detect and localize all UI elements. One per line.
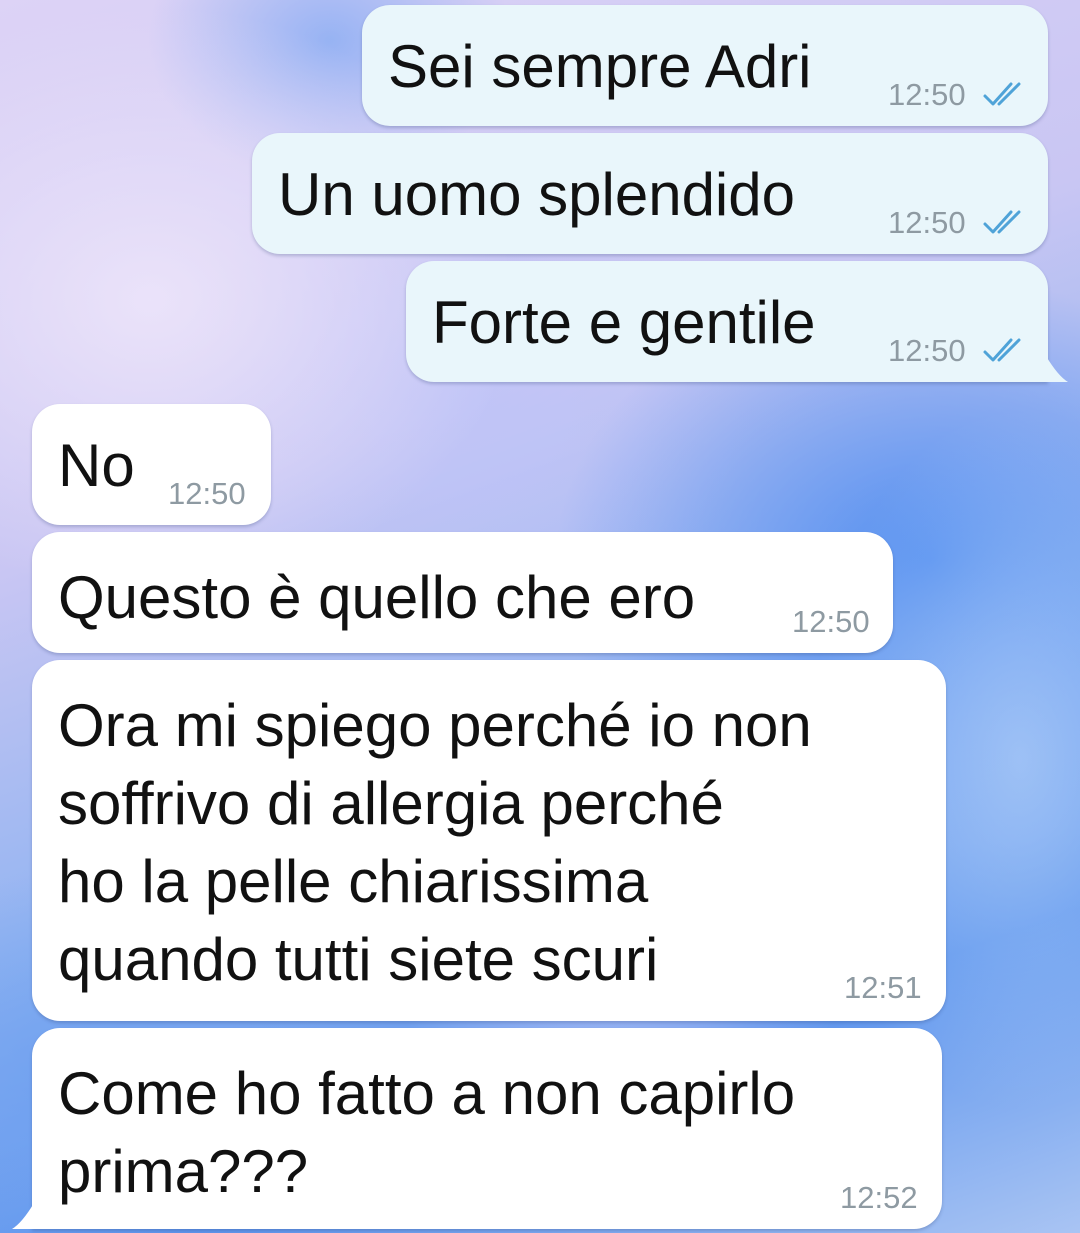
outgoing-message-bubble[interactable]: Sei sempre Adri 12:50 — [362, 5, 1048, 126]
message-timestamp: 12:50 — [888, 333, 966, 368]
double-check-read-icon — [983, 82, 1021, 106]
message-timestamp: 12:51 — [844, 970, 922, 1005]
incoming-message-bubble[interactable]: Come ho fatto a non capirlo prima??? 12:… — [32, 1028, 942, 1229]
bubble-tail-icon — [1046, 356, 1068, 382]
message-text-line: Ora mi spiego perché io non — [58, 692, 812, 759]
message-text: No — [58, 432, 135, 499]
message-text: Un uomo splendido — [278, 161, 796, 228]
message-text-line: Come ho fatto a non capirlo — [58, 1060, 796, 1127]
double-check-read-icon — [983, 210, 1021, 234]
double-check-read-icon — [983, 338, 1021, 362]
incoming-message-bubble[interactable]: No 12:50 — [32, 404, 271, 525]
message-text-line: ho la pelle chiarissima — [58, 848, 649, 915]
incoming-message-bubble[interactable]: Questo è quello che ero 12:50 — [32, 532, 893, 653]
message-text-line: soffrivo di allergia perché — [58, 770, 724, 837]
message-text: Questo è quello che ero — [58, 564, 696, 631]
incoming-message-bubble[interactable]: Ora mi spiego perché io non soffrivo di … — [32, 660, 946, 1021]
message-text-line: prima??? — [58, 1138, 309, 1205]
message-timestamp: 12:50 — [888, 205, 966, 240]
outgoing-message-bubble[interactable]: Forte e gentile 12:50 — [406, 261, 1048, 382]
message-text-line: quando tutti siete scuri — [58, 926, 659, 993]
bubble-tail-icon — [12, 1203, 34, 1229]
message-timestamp: 12:50 — [168, 476, 246, 511]
message-timestamp: 12:52 — [840, 1180, 918, 1215]
message-timestamp: 12:50 — [792, 604, 870, 639]
message-timestamp: 12:50 — [888, 77, 966, 112]
message-text: Forte e gentile — [432, 289, 816, 356]
outgoing-message-bubble[interactable]: Un uomo splendido 12:50 — [252, 133, 1048, 254]
message-text: Sei sempre Adri — [388, 33, 812, 100]
